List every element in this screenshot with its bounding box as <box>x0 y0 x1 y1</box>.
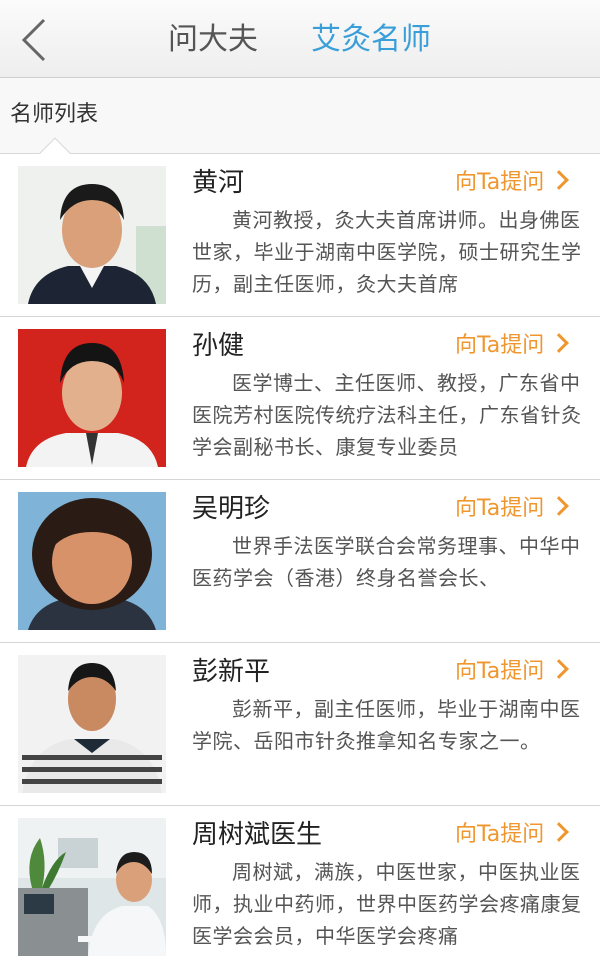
doctor-description: 彭新平，副主任医师，毕业于湖南中医学院、岳阳市针灸推拿知名专家之一。 <box>192 697 581 753</box>
chevron-left-icon <box>21 18 46 62</box>
section-header: 名师列表 <box>0 78 600 154</box>
doctor-name: 吴明珍 <box>192 494 271 524</box>
ask-label: 向Ta提问 <box>455 822 545 847</box>
doctor-description: 黄河教授，灸大夫首席讲师。出身佛医世家，毕业于湖南中医学院，硕士研究生学历，副主… <box>192 208 582 296</box>
ask-button[interactable]: 向Ta提问 <box>455 818 570 852</box>
doctor-description: 周树斌，满族，中医世家，中医执业医师，执业中药师，世界中医药学会疼痛康复医学会会… <box>192 860 582 948</box>
ask-label: 向Ta提问 <box>455 333 545 358</box>
doctor-photo <box>18 818 166 956</box>
tab-moxibustion-masters[interactable]: 艾灸名师 <box>311 20 431 60</box>
chevron-right-icon <box>549 822 570 842</box>
list-item[interactable]: 周树斌医生 向Ta提问 周树斌，满族，中医世家，中医执业医师，执业中药师，世界中… <box>0 806 600 960</box>
doctor-photo <box>18 655 166 793</box>
doctor-photo <box>18 492 166 630</box>
top-bar: 问大夫 艾灸名师 <box>0 0 600 78</box>
chevron-right-icon <box>549 659 570 679</box>
tab-ask-doctor[interactable]: 问大夫 <box>168 20 258 60</box>
section-title: 名师列表 <box>10 102 99 127</box>
ask-button[interactable]: 向Ta提问 <box>455 166 570 200</box>
back-button[interactable] <box>14 14 58 66</box>
doctor-photo <box>18 329 166 467</box>
doctor-name: 孙健 <box>192 331 245 361</box>
doctor-name: 周树斌医生 <box>192 820 323 850</box>
ask-button[interactable]: 向Ta提问 <box>455 655 570 689</box>
doctor-photo <box>18 166 166 304</box>
ask-label: 向Ta提问 <box>455 496 545 521</box>
ask-button[interactable]: 向Ta提问 <box>455 492 570 526</box>
ask-label: 向Ta提问 <box>455 659 545 684</box>
list-item[interactable]: 孙健 向Ta提问 医学博士、主任医师、教授，广东省中医院芳村医院传统疗法科主任，… <box>0 317 600 480</box>
ask-button[interactable]: 向Ta提问 <box>455 329 570 363</box>
ask-label: 向Ta提问 <box>455 170 545 195</box>
doctor-description: 医学博士、主任医师、教授，广东省中医院芳村医院传统疗法科主任，广东省针灸学会副秘… <box>192 371 582 459</box>
chevron-right-icon <box>549 170 570 190</box>
doctor-name: 黄河 <box>192 168 245 198</box>
doctor-list: 黄河 向Ta提问 黄河教授，灸大夫首席讲师。出身佛医世家，毕业于湖南中医学院，硕… <box>0 154 600 960</box>
chevron-right-icon <box>549 496 570 516</box>
list-item[interactable]: 彭新平 向Ta提问 彭新平，副主任医师，毕业于湖南中医学院、岳阳市针灸推拿知名专… <box>0 643 600 806</box>
doctor-description: 世界手法医学联合会常务理事、中华中医药学会（香港）终身名誉会长、 <box>192 534 581 590</box>
chevron-right-icon <box>549 333 570 353</box>
doctor-name: 彭新平 <box>192 657 271 687</box>
list-item[interactable]: 黄河 向Ta提问 黄河教授，灸大夫首席讲师。出身佛医世家，毕业于湖南中医学院，硕… <box>0 154 600 317</box>
list-item[interactable]: 吴明珍 向Ta提问 世界手法医学联合会常务理事、中华中医药学会（香港）终身名誉会… <box>0 480 600 643</box>
